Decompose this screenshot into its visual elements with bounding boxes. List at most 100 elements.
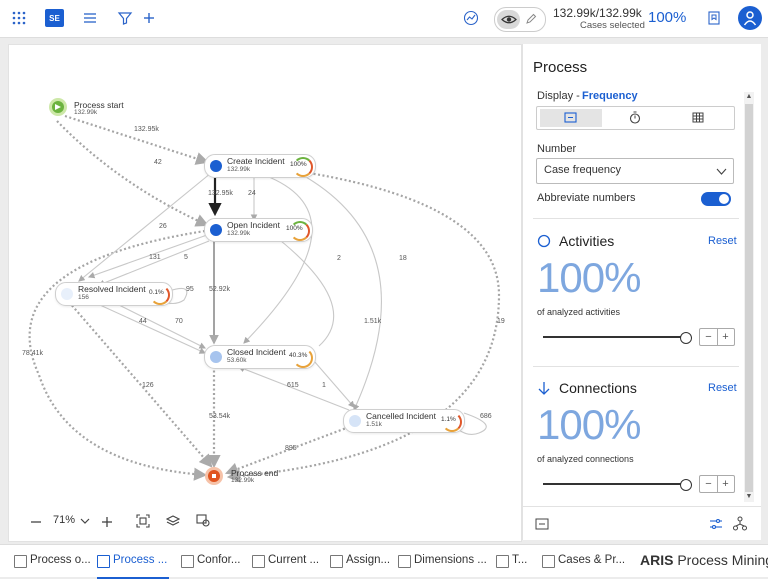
stepper-plus[interactable]: + xyxy=(717,329,734,345)
process-end-node[interactable] xyxy=(205,467,223,485)
tab-cases-processes[interactable]: Cases & Pr... xyxy=(542,545,626,577)
edge-label: 1.51k xyxy=(364,318,382,325)
connections-slider[interactable] xyxy=(543,483,685,485)
tab-process-overview[interactable]: Process o... xyxy=(14,545,91,577)
edge-label: 42 xyxy=(154,159,162,166)
frequency-icon[interactable] xyxy=(564,112,577,123)
zoom-out-icon[interactable] xyxy=(29,515,43,529)
fit-to-screen-icon[interactable] xyxy=(136,514,150,528)
eye-icon xyxy=(501,15,517,24)
edge-label: 70 xyxy=(175,318,183,325)
process-settings-panel: Process Display - Frequency Number Case … xyxy=(522,44,761,540)
activity-dot xyxy=(61,288,73,300)
table-icon[interactable] xyxy=(692,112,704,123)
plus-icon[interactable] xyxy=(141,10,157,26)
activities-reset-link[interactable]: Reset xyxy=(708,235,737,247)
view-mode-toggle[interactable] xyxy=(494,7,546,32)
trend-icon[interactable] xyxy=(463,10,479,26)
activity-node-open-incident[interactable]: Open Incident 132.99k 100% xyxy=(204,218,313,242)
edge-label: 24 xyxy=(248,190,256,197)
edge-label: 126 xyxy=(142,382,154,389)
number-select-value: Case frequency xyxy=(544,164,622,176)
stopwatch-icon[interactable] xyxy=(629,111,641,124)
filter-view-icon[interactable] xyxy=(196,514,211,528)
arrow-down-icon xyxy=(538,382,550,395)
activity-node-closed-incident[interactable]: Closed Incident 53.60k 40.3% xyxy=(204,345,316,369)
number-select[interactable]: Case frequency xyxy=(536,158,734,184)
divider xyxy=(533,366,739,367)
edge-label: 53.54k xyxy=(209,413,231,420)
activity-node-resolved-incident[interactable]: Resolved Incident 156 0.1% xyxy=(55,282,173,306)
aris-brand-logo: ARIS Process Mining xyxy=(640,552,768,568)
activity-node-cancelled-incident[interactable]: Cancelled Incident 1.51k 1.1% xyxy=(343,409,465,433)
activities-title: Activities xyxy=(559,233,615,249)
scroll-down-icon[interactable]: ▼ xyxy=(744,492,754,502)
activity-node-create-incident[interactable]: Create Incident 132.99k 100% xyxy=(204,154,316,178)
display-mode: Frequency xyxy=(582,90,638,102)
edge-start-create xyxy=(64,114,210,165)
edge-resolved-end xyxy=(68,301,213,468)
tab-process-map[interactable]: Process ... xyxy=(97,545,169,579)
edge-label: 78.41k xyxy=(22,350,44,357)
cases-selected-label: Cases selected xyxy=(580,20,645,31)
tab-label: Current ... xyxy=(268,554,320,566)
connections-stepper[interactable]: − + xyxy=(699,475,735,493)
edge-label: 18 xyxy=(399,255,407,262)
filter-icon[interactable] xyxy=(117,10,133,26)
grid-dots-icon[interactable] xyxy=(11,10,27,26)
scroll-up-icon[interactable]: ▲ xyxy=(744,92,754,102)
grid-icon xyxy=(252,555,265,568)
tab-label: Process o... xyxy=(30,554,91,566)
tab-dimensions[interactable]: Dimensions ... xyxy=(398,545,487,577)
activities-slider[interactable] xyxy=(543,336,685,338)
tab-label: T... xyxy=(512,554,528,566)
activity-dot xyxy=(349,415,361,427)
project-badge[interactable]: SE xyxy=(45,9,64,27)
user-icon xyxy=(743,11,757,26)
connections-reset-link[interactable]: Reset xyxy=(708,382,737,394)
zoom-in-icon[interactable] xyxy=(100,515,114,529)
sliders-icon[interactable] xyxy=(709,518,723,530)
stop-icon xyxy=(212,474,216,478)
tab-t[interactable]: T... xyxy=(496,545,532,577)
activity-name: Closed Incident xyxy=(227,347,286,357)
process-start-node[interactable] xyxy=(49,98,67,116)
bookmark-icon[interactable] xyxy=(706,10,722,26)
layers-icon[interactable] xyxy=(166,514,180,528)
stepper-minus[interactable]: − xyxy=(700,476,718,492)
activity-count: 132.99k xyxy=(227,230,251,237)
tab-assign[interactable]: Assign... xyxy=(330,545,390,577)
display-mode-segmented xyxy=(536,106,735,130)
cases-selected-value: 132.99k/132.99k xyxy=(553,6,642,20)
connections-percent: 100% xyxy=(537,401,641,448)
activities-stepper[interactable]: − + xyxy=(699,328,735,346)
tab-label: Confor... xyxy=(197,554,241,566)
chevron-down-icon[interactable] xyxy=(80,517,90,525)
brand-rest: Process Mining xyxy=(673,552,768,568)
process-map-canvas[interactable]: 132.95k 42 132.95k 24 26 131 5 95 52.92k… xyxy=(8,44,522,542)
tab-conformance[interactable]: Confor... xyxy=(181,545,243,577)
abbreviate-toggle[interactable] xyxy=(701,192,731,206)
edge-label: 132.95k xyxy=(208,190,233,197)
collapse-panel-icon[interactable] xyxy=(535,518,549,530)
stepper-plus[interactable]: + xyxy=(717,476,734,492)
panel-scrollbar[interactable]: ▲ ▼ xyxy=(744,92,754,502)
connections-slider-knob[interactable] xyxy=(680,479,692,491)
top-toolbar: SE 132.99k/132.99k Cases selected 100% xyxy=(0,0,768,38)
activities-icon xyxy=(537,234,551,248)
display-label: Display - xyxy=(537,90,580,102)
divider xyxy=(533,218,739,219)
tab-label: Process ... xyxy=(113,554,168,566)
edge-label: 686 xyxy=(480,413,492,420)
process-start-count: 132.99k xyxy=(74,109,98,116)
stepper-minus[interactable]: − xyxy=(700,329,718,345)
zoom-level[interactable]: 71% xyxy=(53,514,75,526)
hierarchy-icon[interactable] xyxy=(733,516,747,531)
tab-current[interactable]: Current ... xyxy=(252,545,320,577)
hamburger-icon[interactable] xyxy=(82,10,98,26)
activities-slider-knob[interactable] xyxy=(680,332,692,344)
scrollbar-thumb[interactable] xyxy=(745,104,753,492)
edge-label: 5 xyxy=(184,254,188,261)
number-label: Number xyxy=(537,143,577,155)
user-avatar[interactable] xyxy=(738,6,762,30)
